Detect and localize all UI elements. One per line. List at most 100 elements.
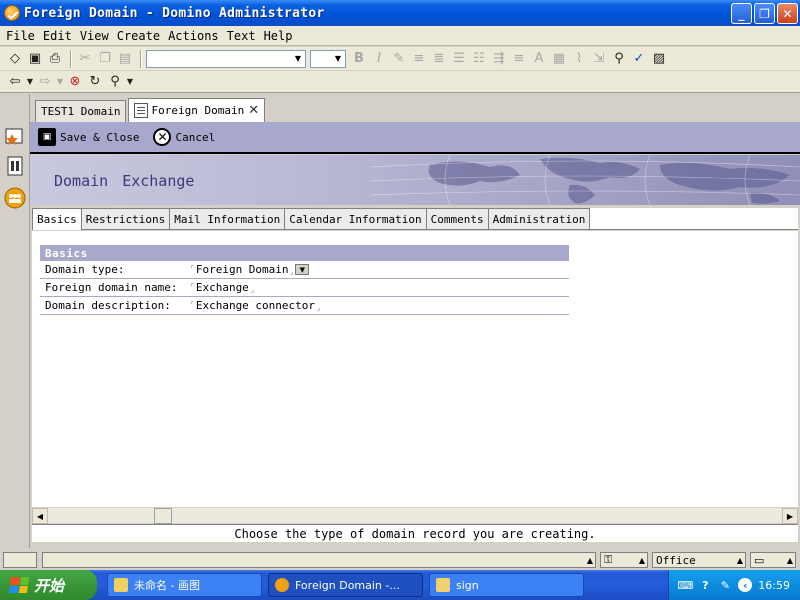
clock[interactable]: 16:59 <box>758 579 790 592</box>
menu-actions[interactable]: Actions <box>166 29 225 43</box>
menu-text[interactable]: Text <box>225 29 262 43</box>
task-foreign-domain[interactable]: Foreign Domain -... <box>268 573 423 597</box>
minimize-button[interactable]: _ <box>731 3 752 24</box>
tab-calendar-information[interactable]: Calendar Information <box>284 208 427 229</box>
chevron-up-icon: ▲ <box>638 555 645 565</box>
form-content: Basics Domain type: ⌜ Foreign Domain ⌟ ▼… <box>32 231 798 507</box>
back-icon[interactable]: ⇦ <box>6 73 24 91</box>
domain-description-field[interactable]: ⌜ Exchange connector ⌟ <box>190 299 321 312</box>
navigation-toolbar: ⇦ ▼ ⇨ ▼ ⊗ ↻ ⚲ ▼ <box>0 71 800 93</box>
bookmark-people-icon[interactable] <box>4 186 26 210</box>
zoom-icon[interactable]: ⚲ <box>106 73 124 91</box>
bookmark-favorites-icon[interactable] <box>4 124 26 148</box>
tab-basics[interactable]: Basics <box>32 208 82 230</box>
foreign-domain-name-value: Exchange <box>195 281 249 294</box>
menu-help[interactable]: Help <box>262 29 299 43</box>
field-bracket-right: ⌟ <box>249 285 255 294</box>
link-icon[interactable]: ⇲ <box>590 50 608 68</box>
help-icon[interactable]: ? <box>698 578 712 592</box>
properties-icon[interactable]: ◇ <box>6 50 24 68</box>
tab-foreign-domain[interactable]: Foreign Domain ✕ <box>128 98 266 122</box>
italic-icon[interactable]: I <box>370 50 388 68</box>
close-tab-icon[interactable]: ✕ <box>248 103 259 118</box>
close-button[interactable]: ✕ <box>777 3 798 24</box>
align-center-icon[interactable]: ≣ <box>430 50 448 68</box>
formatting-toolbar: ◇ ▣ ⎙ ✂ ❐ ▤ ▼ ▼ B I ✎ ≡ ≣ ☰ ☷ ⇶ ≡ A ▦ ⌇ … <box>0 47 800 71</box>
domain-type-field[interactable]: ⌜ Foreign Domain ⌟ ▼ <box>190 263 310 276</box>
field-row-domain-type: Domain type: ⌜ Foreign Domain ⌟ ▼ <box>40 261 569 279</box>
copy-icon[interactable]: ❐ <box>96 50 114 68</box>
style-combo[interactable]: ▼ <box>146 49 306 68</box>
status-inbox-icon[interactable]: ▭ ▲ <box>750 552 796 568</box>
bullet-list-icon[interactable]: ☰ <box>450 50 468 68</box>
dropdown-button[interactable]: ▼ <box>295 264 310 275</box>
outdent-icon[interactable]: ≡ <box>510 50 528 68</box>
back-menu-chevron-icon[interactable]: ▼ <box>26 73 34 91</box>
status-message[interactable]: ▲ <box>42 552 596 568</box>
status-key-icon[interactable]: ⚿ ▲ <box>600 552 648 568</box>
forward-menu-chevron-icon[interactable]: ▼ <box>56 73 64 91</box>
tab-restrictions[interactable]: Restrictions <box>80 208 171 229</box>
task-paint[interactable]: 未命名 - 画图 <box>107 573 262 597</box>
menu-view[interactable]: View <box>78 29 115 43</box>
maximize-button[interactable]: ❐ <box>754 3 775 24</box>
spell-check-icon[interactable]: ✓ <box>630 50 648 68</box>
attach-icon[interactable]: ⌇ <box>570 50 588 68</box>
system-tray: ⌨ ? ✎ ‹ 16:59 <box>668 570 800 600</box>
field-bracket-left: ⌜ <box>190 300 195 309</box>
chevron-up-icon: ▲ <box>736 555 743 565</box>
image-icon[interactable]: ▨ <box>650 50 668 68</box>
bookmark-databases-icon[interactable] <box>4 154 26 178</box>
scroll-left-icon[interactable]: ◀ <box>32 508 48 524</box>
expand-tray-icon[interactable]: ‹ <box>738 578 753 592</box>
horizontal-scrollbar[interactable]: ◀ ▶ <box>32 507 798 524</box>
numbered-list-icon[interactable]: ☷ <box>470 50 488 68</box>
field-bracket-right: ⌟ <box>316 303 321 312</box>
print-icon[interactable]: ⎙ <box>46 50 64 68</box>
find-icon[interactable]: ⚲ <box>610 50 628 68</box>
menu-bar: File Edit View Create Actions Text Help <box>0 26 800 46</box>
bold-icon[interactable]: B <box>350 50 368 68</box>
paint-icon <box>114 578 128 592</box>
refresh-icon[interactable]: ↻ <box>86 73 104 91</box>
cut-icon[interactable]: ✂ <box>76 50 94 68</box>
tab-label: Foreign Domain <box>151 104 245 117</box>
table-icon[interactable]: ▦ <box>550 50 568 68</box>
foreign-domain-name-field[interactable]: ⌜ Exchange ⌟ <box>190 281 255 294</box>
status-indicator <box>3 552 37 568</box>
cancel-button[interactable]: ✕ Cancel <box>153 128 215 146</box>
domino-app-icon[interactable] <box>4 5 20 21</box>
font-icon[interactable]: A <box>530 50 548 68</box>
tab-test1-domain[interactable]: TEST1 Domain <box>35 100 127 122</box>
scroll-thumb[interactable] <box>154 508 172 524</box>
chevron-down-icon: ▼ <box>334 54 342 63</box>
menu-create[interactable]: Create <box>115 29 166 43</box>
field-bracket-left: ⌜ <box>190 264 195 273</box>
ime-icon[interactable]: ✎ <box>718 578 732 592</box>
save-icon[interactable]: ▣ <box>26 50 44 68</box>
keyboard-icon[interactable]: ⌨ <box>677 578 693 592</box>
task-sign-folder[interactable]: sign <box>429 573 584 597</box>
menu-edit[interactable]: Edit <box>41 29 78 43</box>
tab-mail-information[interactable]: Mail Information <box>169 208 286 229</box>
start-button[interactable]: 开始 <box>0 570 97 600</box>
form-banner: Domain Exchange <box>30 155 800 205</box>
zoom-menu-chevron-icon[interactable]: ▼ <box>126 73 134 91</box>
font-size-combo[interactable]: ▼ <box>310 49 346 68</box>
forward-icon[interactable]: ⇨ <box>36 73 54 91</box>
highlight-icon[interactable]: ✎ <box>390 50 408 68</box>
paste-icon[interactable]: ▤ <box>116 50 134 68</box>
tab-comments[interactable]: Comments <box>425 208 489 229</box>
stop-icon[interactable]: ⊗ <box>66 73 84 91</box>
align-left-icon[interactable]: ≡ <box>410 50 428 68</box>
save-close-button[interactable]: ▣ Save & Close <box>38 128 139 146</box>
field-row-domain-description: Domain description: ⌜ Exchange connector… <box>40 297 569 315</box>
indent-icon[interactable]: ⇶ <box>490 50 508 68</box>
field-label: Domain description: <box>45 299 171 312</box>
location-selector[interactable]: Office ▲ <box>652 552 746 568</box>
scroll-right-icon[interactable]: ▶ <box>782 508 798 524</box>
task-label: sign <box>456 578 479 592</box>
folder-icon <box>436 578 450 592</box>
menu-file[interactable]: File <box>4 29 41 43</box>
tab-administration[interactable]: Administration <box>487 208 591 229</box>
